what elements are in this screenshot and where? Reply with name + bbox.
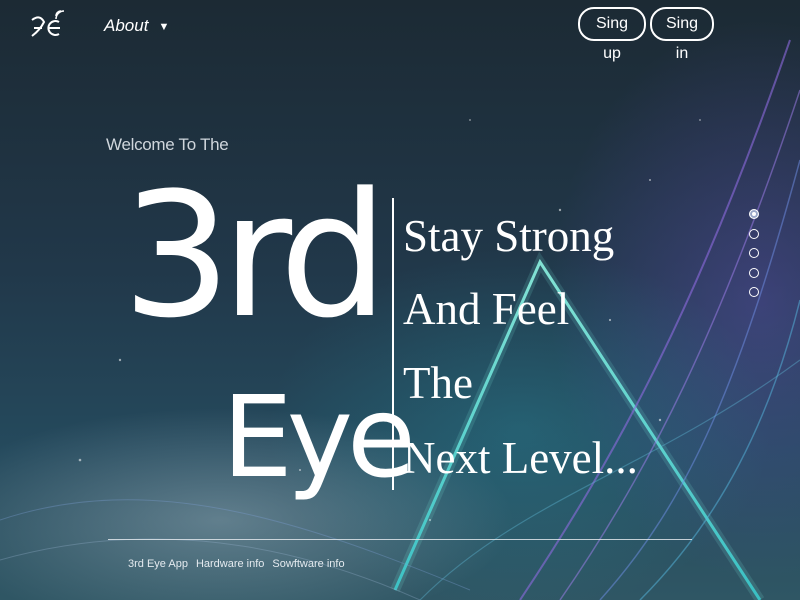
signin-button[interactable]: Sing in [650,7,714,62]
footer-link-app[interactable]: 3rd Eye App [128,558,188,570]
footer-links: 3rd Eye App Hardware info Sowftware info [128,558,345,570]
tagline-line-3: The [403,358,473,408]
carousel-dot-4[interactable] [749,267,759,278]
divider-vertical [392,198,394,490]
signup-button[interactable]: Sing up [578,7,646,62]
nav-about-dropdown[interactable]: About ▼ [104,16,169,36]
background-effects [0,39,800,600]
footer-link-software[interactable]: Sowftware info [272,558,344,570]
tagline-line-1: Stay Strong [403,211,615,261]
carousel-dot-1[interactable] [749,209,759,219]
3rd-eye-logo-icon[interactable] [28,6,68,46]
carousel-dot-5[interactable] [749,287,759,297]
carousel-dot-2[interactable] [749,228,759,239]
tagline-line-4: Next Level... [403,433,638,483]
carousel-indicators [749,209,763,307]
nav-about-label: About [104,16,149,35]
footer-divider [108,539,692,540]
footer-link-hardware[interactable]: Hardware info [196,558,264,570]
caret-down-icon: ▼ [158,21,170,33]
welcome-text: Welcome To The [106,135,229,154]
brand-title-eye: Eye [222,373,416,503]
carousel-dot-3[interactable] [749,248,759,258]
tagline-line-2: And Feel [403,284,570,334]
brand-title-3rd: 3rd [122,155,388,356]
